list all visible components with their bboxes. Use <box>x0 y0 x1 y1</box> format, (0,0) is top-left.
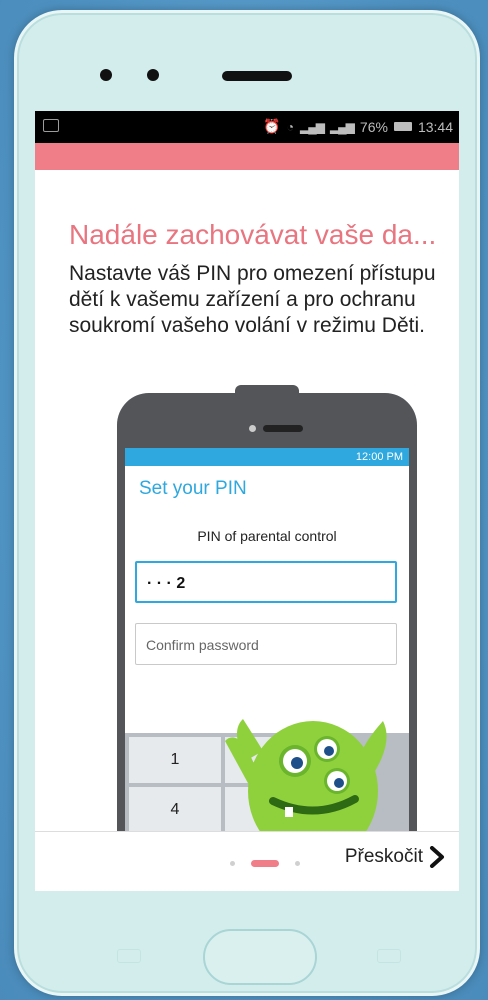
chevron-right-icon <box>430 846 444 868</box>
app-screen: ⏰ ◔ ▂▄▆ ▂▄▆ 76% 13:44 Nadále zachovávat … <box>35 111 459 891</box>
onboarding-headline: Nadále zachovávat vaše da... <box>69 219 437 250</box>
page-dot-2-active <box>251 860 279 867</box>
illustration-phone-top <box>235 385 299 399</box>
illustration-confirm-field: Confirm password <box>135 623 397 665</box>
battery-percent: 76% <box>359 118 388 135</box>
keypad-key-1: 1 <box>129 737 221 783</box>
status-right: ⏰ ◔ ▂▄▆ ▂▄▆ 76% 13:44 <box>263 118 453 135</box>
illustration-camera-icon <box>249 425 256 432</box>
illustration-pin-field: · · · 2 <box>135 561 397 603</box>
page-dot-3 <box>295 861 300 866</box>
page-dot-1 <box>230 861 235 866</box>
signal-icon: ▂▄▆ <box>299 119 325 134</box>
home-button[interactable] <box>203 929 317 985</box>
image-notification-icon <box>43 119 59 132</box>
status-time: 13:44 <box>417 118 453 135</box>
sensor-dot-icon <box>147 69 159 81</box>
signal-2-icon: ▂▄▆ <box>329 119 355 134</box>
onboarding-footer: Přeskočit <box>35 832 459 891</box>
speaker-grille <box>222 71 292 81</box>
recent-apps-key-icon[interactable] <box>377 949 401 963</box>
illustration-speaker <box>263 425 303 432</box>
illustration-title: Set your PIN <box>139 478 247 499</box>
keypad-key-4: 4 <box>129 787 221 833</box>
illustration-status-time: 12:00 PM <box>355 451 403 463</box>
alarm-icon: ⏰ <box>263 118 281 134</box>
header-accent-strip <box>35 143 459 170</box>
wifi-icon: ◔ <box>286 119 294 134</box>
page-indicator <box>230 860 300 867</box>
kids-monster-mascot-icon <box>225 719 387 836</box>
onboarding-description: Nastavte váš PIN pro omezení přístupu dě… <box>69 262 436 337</box>
phone-frame: ⏰ ◔ ▂▄▆ ▂▄▆ 76% 13:44 Nadále zachovávat … <box>14 10 480 996</box>
front-camera-icon <box>100 69 112 81</box>
back-key-icon[interactable] <box>117 949 141 963</box>
skip-label: Přeskočit <box>344 846 423 867</box>
status-bar: ⏰ ◔ ▂▄▆ ▂▄▆ 76% 13:44 <box>35 111 459 143</box>
skip-button[interactable]: Přeskočit <box>345 846 445 868</box>
illustration-subtitle: PIN of parental control <box>197 528 337 544</box>
battery-icon <box>393 122 412 131</box>
illustration-status-bar: 12:00 PM <box>125 448 409 466</box>
